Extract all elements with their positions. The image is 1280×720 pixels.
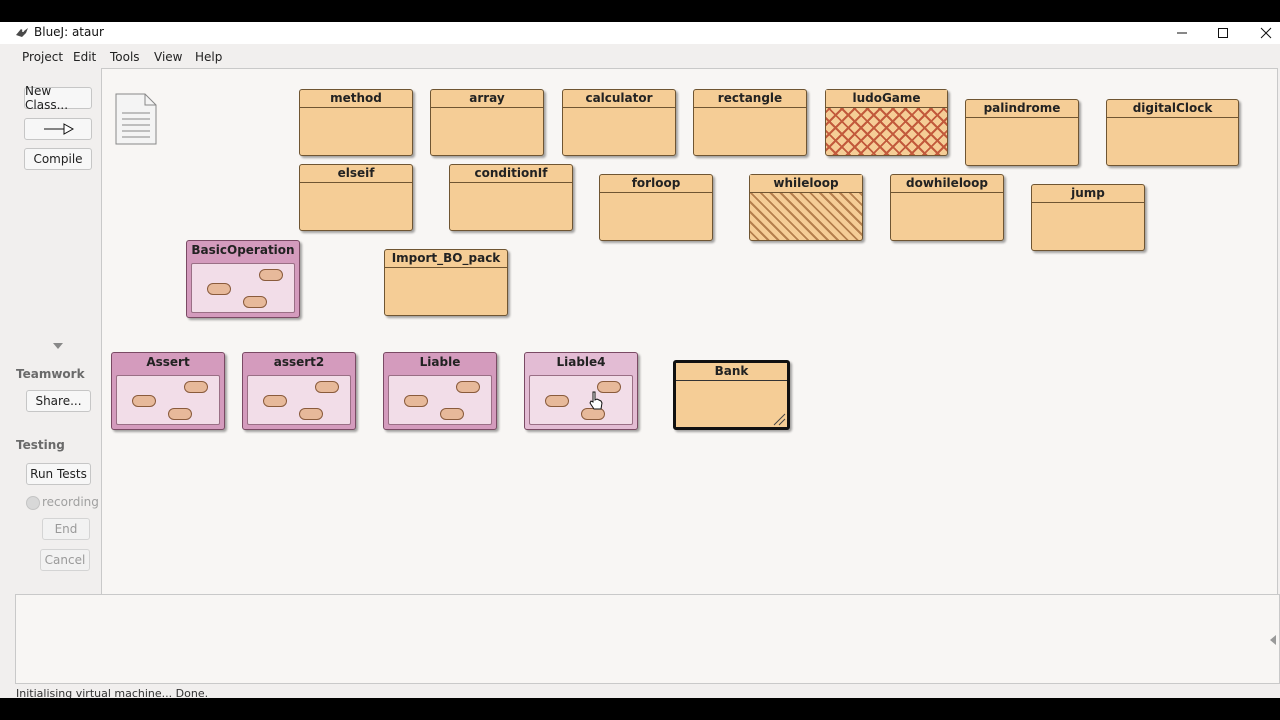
menu-tools[interactable]: Tools [110,50,140,64]
package-name: assert2 [273,355,325,369]
collapse-triangle-icon[interactable] [52,342,64,350]
class-name: digitalClock [1107,100,1238,118]
new-class-button[interactable]: New Class... [24,84,92,112]
package-class-shape [132,395,156,407]
close-icon[interactable] [1244,22,1280,44]
class-whileloop[interactable]: whileloop [749,174,863,241]
testing-label: Testing [16,438,65,452]
class-name: palindrome [966,100,1078,118]
class-name: elseif [300,165,412,183]
package-body [388,375,492,425]
class-forloop[interactable]: forloop [599,174,713,241]
menu-help[interactable]: Help [195,50,222,64]
recording-label: recording [42,495,99,509]
class-array[interactable]: array [430,89,544,156]
package-basicoperation[interactable]: BasicOperation [186,240,300,318]
package-liable[interactable]: Liable [383,352,497,430]
package-class-shape [545,395,569,407]
compile-button[interactable]: Compile [24,148,92,170]
class-name: Import_BO_pack [385,250,507,268]
package-class-shape [299,408,323,420]
package-name: Assert [146,355,190,369]
package-name: Liable [419,355,461,369]
class-digitalclock[interactable]: digitalClock [1106,99,1239,166]
maximize-icon[interactable] [1201,22,1245,44]
package-body [191,263,295,313]
minimize-icon[interactable] [1160,22,1204,44]
share-button[interactable]: Share... [26,390,91,412]
class-name: dowhileloop [891,175,1003,193]
package-name: BasicOperation [191,243,295,257]
run-tests-button[interactable]: Run Tests [26,463,91,485]
menu-project[interactable]: Project [22,50,63,64]
class-conditionif[interactable]: conditionIf [449,164,573,231]
title-bar: BlueJ: ataur [0,22,1280,44]
package-class-shape [404,395,428,407]
bluej-window: BlueJ: ataur Project Edit Tools View Hel… [0,22,1280,698]
class-name: jump [1032,185,1144,203]
recording-indicator-icon [26,496,40,510]
expand-arrow-icon[interactable] [1269,635,1277,645]
menu-bar: Project Edit Tools View Help [0,44,1280,70]
class-name: Bank [676,363,787,381]
package-class-shape [207,283,231,295]
package-class-shape [440,408,464,420]
cancel-button[interactable]: Cancel [40,549,90,571]
message-area [15,594,1280,684]
package-body [116,375,220,425]
class-calculator[interactable]: calculator [562,89,676,156]
package-body [247,375,351,425]
status-text: Initialising virtual machine... Done. [16,687,209,698]
class-name: calculator [563,90,675,108]
class-bank[interactable]: Bank [673,360,790,430]
package-class-shape [315,381,339,393]
class-dowhileloop[interactable]: dowhileloop [890,174,1004,241]
class-import-bo-pack[interactable]: Import_BO_pack [384,249,508,316]
class-name: method [300,90,412,108]
package-class-shape [243,296,267,308]
package-assert2[interactable]: assert2 [242,352,356,430]
package-class-shape [456,381,480,393]
class-jump[interactable]: jump [1031,184,1145,251]
package-class-shape [184,381,208,393]
class-name: ludoGame [826,90,947,108]
package-body [529,375,633,425]
class-diagram-canvas[interactable]: method array calculator rectangle ludoGa… [101,68,1278,608]
menu-view[interactable]: View [154,50,182,64]
class-palindrome[interactable]: palindrome [965,99,1079,166]
window-title: BlueJ: ataur [34,25,104,39]
class-name: forloop [600,175,712,193]
class-method[interactable]: method [299,89,413,156]
readme-document-icon[interactable] [115,93,157,145]
bluej-bird-icon [16,28,28,37]
class-name: whileloop [750,175,862,193]
inheritance-arrow-button[interactable] [24,118,92,140]
class-ludogame[interactable]: ludoGame [825,89,948,156]
package-liable4[interactable]: Liable4 [524,352,638,430]
class-name: conditionIf [450,165,572,183]
class-elseif[interactable]: elseif [299,164,413,231]
teamwork-label: Teamwork [16,367,85,381]
menu-edit[interactable]: Edit [73,50,96,64]
end-button[interactable]: End [42,518,90,540]
package-name: Liable4 [556,355,606,369]
class-name: rectangle [694,90,806,108]
hand-pointer-icon [589,391,603,410]
class-name: array [431,90,543,108]
package-class-shape [168,408,192,420]
resize-handle-icon[interactable] [772,412,786,426]
package-class-shape [259,269,283,281]
package-class-shape [263,395,287,407]
inheritance-arrow-icon [44,123,74,135]
package-assert[interactable]: Assert [111,352,225,430]
class-rectangle[interactable]: rectangle [693,89,807,156]
